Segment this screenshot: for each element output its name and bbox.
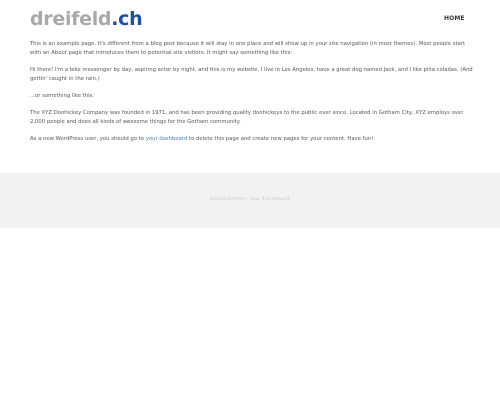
content-paragraph-or: ...or something like this:: [30, 93, 95, 99]
content-paragraph-intro: This is an example page. It's different …: [30, 41, 466, 56]
site-header: dreifeld.ch HOME: [0, 0, 500, 38]
page-content: This is an example page. It's different …: [30, 40, 475, 152]
content-paragraph-dashboard: As a new WordPress user, you should go t…: [30, 135, 475, 144]
content-paragraph-company: The XYZ Doohickey Company was founded in…: [30, 110, 464, 125]
site-footer: ©2023 Dreifeld • Your first network: [0, 173, 500, 228]
footer-credit: ©2023 Dreifeld • Your first network: [209, 197, 291, 202]
dashboard-text-after: to delete this page and create new pages…: [187, 136, 374, 142]
logo-tld-text: .ch: [111, 8, 143, 30]
dashboard-text-before: As a new WordPress user, you should go t…: [30, 136, 146, 142]
content-paragraph-bio: Hi there! I'm a bike messenger by day, a…: [30, 67, 473, 82]
site-logo[interactable]: dreifeld.ch: [30, 8, 143, 30]
nav-home-link[interactable]: HOME: [444, 15, 465, 22]
page: dreifeld.ch HOME This is an example page…: [0, 0, 500, 417]
dashboard-link[interactable]: your dashboard: [146, 136, 188, 142]
logo-main-text: dreifeld: [30, 8, 112, 30]
